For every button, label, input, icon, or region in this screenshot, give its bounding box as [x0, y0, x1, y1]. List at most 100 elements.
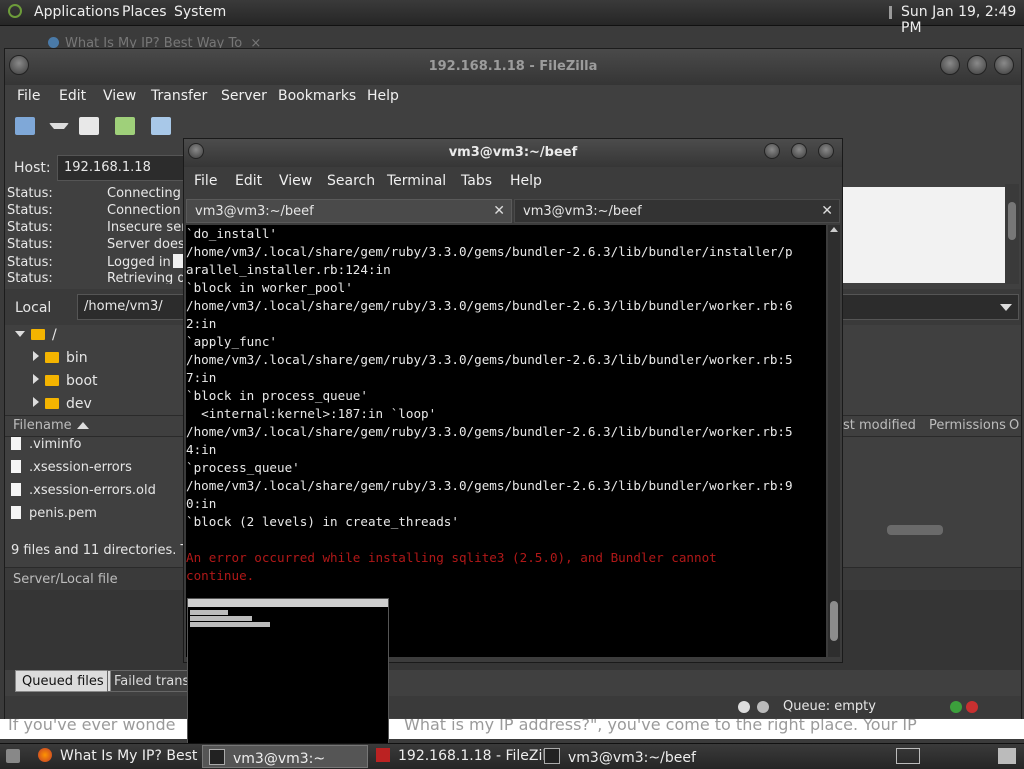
folder-icon — [45, 375, 59, 386]
applications-menu[interactable]: Applications — [34, 4, 120, 20]
file-icon — [11, 437, 21, 450]
terminal-line: `block in worker_pool' — [186, 280, 353, 295]
expanded-arrow-icon[interactable] — [15, 331, 25, 337]
terminal-scrollbar[interactable] — [828, 225, 840, 657]
site-manager-icon[interactable] — [15, 117, 35, 135]
tree-item[interactable]: / — [15, 327, 57, 349]
filezilla-titlebar[interactable]: 192.168.1.18 - FileZilla — [5, 49, 1021, 85]
filezilla-menubar: File Edit View Transfer Server Bookmarks… — [5, 85, 1021, 109]
terminal-line: 0:in — [186, 496, 217, 511]
term-menu-view[interactable]: View — [279, 173, 312, 189]
term-menu-search[interactable]: Search — [327, 173, 375, 189]
file-row[interactable]: .viminfo — [11, 437, 81, 459]
taskbar-item-filezilla[interactable]: 192.168.1.18 - FileZilla — [370, 745, 559, 768]
collapsed-arrow-icon[interactable] — [33, 374, 39, 384]
collapsed-arrow-icon[interactable] — [33, 351, 39, 361]
terminal-tab[interactable]: vm3@vm3:~/beef ✕ — [186, 199, 512, 223]
terminal-line: `process_queue' — [186, 460, 300, 475]
remote-hscroll-thumb[interactable] — [887, 525, 943, 535]
collapsed-arrow-icon[interactable] — [33, 397, 39, 407]
filezilla-statusbar: Queue: empty — [5, 696, 1021, 718]
fz-menu-view[interactable]: View — [103, 88, 136, 104]
remote-path-combo[interactable] — [841, 294, 1019, 320]
folder-icon — [45, 352, 59, 363]
fz-menu-help[interactable]: Help — [367, 88, 399, 104]
queue-status: Queue: empty — [783, 699, 876, 714]
file-icon — [11, 460, 21, 473]
minimize-icon[interactable] — [940, 55, 960, 75]
terminal-line: arallel_installer.rb:124:in — [186, 262, 391, 277]
tab-close-icon[interactable]: ✕ — [821, 203, 833, 219]
preview-menubar — [188, 599, 388, 607]
term-menu-file[interactable]: File — [194, 173, 217, 189]
terminal-icon — [209, 749, 225, 765]
workspace-switcher-icon[interactable] — [896, 748, 920, 764]
terminal-line: /home/vm3/.local/share/gem/ruby/3.3.0/ge… — [186, 424, 793, 439]
close-icon[interactable] — [818, 143, 834, 159]
terminal-tab-label: vm3@vm3:~/beef — [195, 204, 314, 219]
preview-line — [190, 610, 228, 615]
speed-limit-icon[interactable] — [757, 701, 769, 713]
panel-separator-icon — [889, 6, 892, 19]
chevron-down-icon[interactable] — [1000, 304, 1012, 311]
tree-item[interactable]: bin — [33, 350, 88, 372]
term-menu-edit[interactable]: Edit — [235, 173, 262, 189]
maximize-icon[interactable] — [967, 55, 987, 75]
tree-item[interactable]: boot — [33, 373, 98, 395]
show-desktop-icon[interactable] — [6, 749, 20, 763]
taskbar-item-terminal[interactable]: vm3@vm3:~ — [202, 745, 368, 768]
permissions-column-header[interactable]: Permissions — [929, 418, 1006, 433]
tree-item[interactable]: dev — [33, 396, 92, 411]
term-menu-terminal[interactable]: Terminal — [387, 173, 446, 189]
owner-column-header[interactable]: O — [1009, 418, 1019, 433]
fz-menu-transfer[interactable]: Transfer — [151, 88, 207, 104]
remote-tree-icon[interactable] — [151, 117, 171, 135]
file-row[interactable]: .xsession-errors — [11, 460, 132, 482]
system-menu[interactable]: System — [174, 4, 226, 20]
maximize-icon[interactable] — [791, 143, 807, 159]
terminal-error-line: An error occurred while installing sqlit… — [186, 550, 717, 565]
term-menu-tabs[interactable]: Tabs — [461, 173, 492, 189]
tab-queued-files[interactable]: Queued files — [15, 670, 111, 692]
terminal-scrollbar-thumb[interactable] — [830, 601, 838, 641]
file-row[interactable]: penis.pem — [11, 506, 97, 528]
fz-menu-server[interactable]: Server — [221, 88, 267, 104]
log-row: Status: Connection e — [7, 203, 193, 218]
terminal-output[interactable]: `do_install' /home/vm3/.local/share/gem/r… — [186, 225, 826, 657]
log-row: Status: Retrieving di — [7, 271, 190, 284]
term-menu-help[interactable]: Help — [510, 173, 542, 189]
places-menu[interactable]: Places — [122, 4, 167, 20]
log-row: Status: Server does n — [7, 237, 198, 252]
tab-close-icon[interactable]: ✕ — [493, 203, 505, 219]
terminal-menubar: File Edit View Search Terminal Tabs Help — [184, 169, 842, 195]
fz-menu-edit[interactable]: Edit — [59, 88, 86, 104]
scroll-up-icon[interactable] — [830, 227, 838, 232]
log-row: Status: Connecting t — [7, 186, 191, 201]
terminal-tab[interactable]: vm3@vm3:~/beef ✕ — [514, 199, 840, 223]
window-preview-thumbnail[interactable] — [187, 598, 389, 744]
local-tree-icon[interactable] — [115, 117, 135, 135]
distro-logo-icon[interactable] — [8, 4, 22, 18]
local-label: Local — [15, 300, 52, 316]
minimize-icon[interactable] — [764, 143, 780, 159]
file-row[interactable]: .xsession-errors.old — [11, 483, 156, 505]
last-modified-column-header[interactable]: st modified — [843, 418, 916, 433]
host-input[interactable]: 192.168.1.18 — [57, 155, 187, 181]
log-area-right — [841, 187, 1005, 283]
taskbar-item-browser[interactable]: What Is My IP? Best ... — [32, 745, 215, 768]
log-scrollbar[interactable] — [1005, 184, 1019, 284]
file-icon — [11, 483, 21, 496]
site-manager-dropdown-icon[interactable] — [49, 123, 69, 135]
taskbar-item-terminal-beef[interactable]: vm3@vm3:~/beef — [538, 745, 706, 768]
clock[interactable]: Sun Jan 19, 2:49 PM — [901, 4, 1024, 36]
terminal-titlebar[interactable]: vm3@vm3:~/beef — [184, 139, 842, 167]
message-log-icon[interactable] — [79, 117, 99, 135]
fz-menu-bookmarks[interactable]: Bookmarks — [278, 88, 356, 104]
log-scrollbar-thumb[interactable] — [1008, 202, 1016, 240]
fz-menu-file[interactable]: File — [17, 88, 40, 104]
filename-column-header[interactable]: Filename — [13, 418, 72, 433]
server-local-file-column[interactable]: Server/Local file — [13, 572, 118, 587]
trash-icon[interactable] — [998, 748, 1016, 764]
close-icon[interactable] — [994, 55, 1014, 75]
filezilla-title: 192.168.1.18 - FileZilla — [428, 59, 598, 74]
